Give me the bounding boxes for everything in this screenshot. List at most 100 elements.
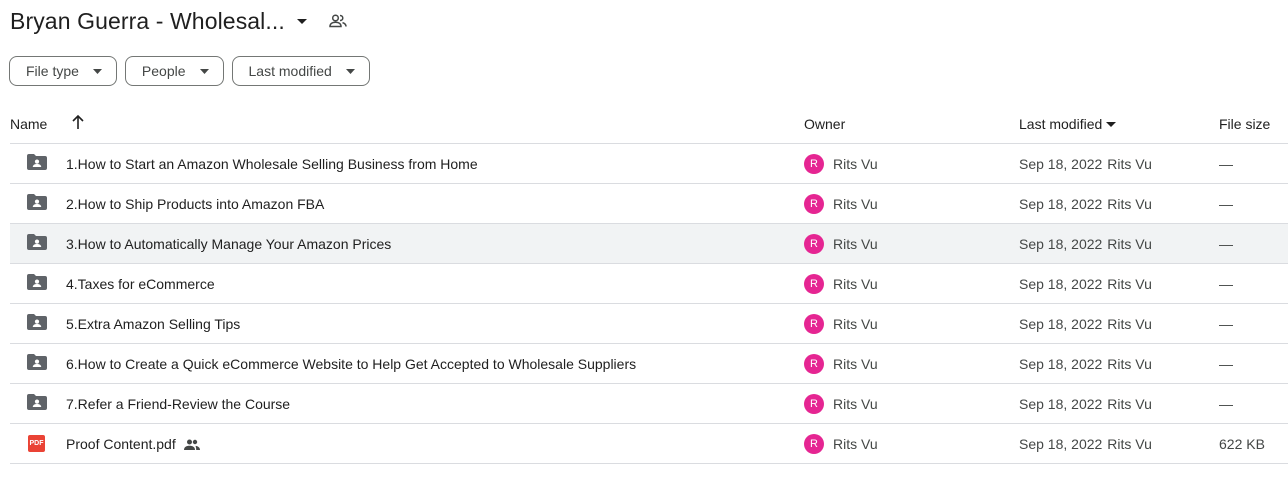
caret-down-icon[interactable] — [296, 16, 307, 26]
table-row[interactable]: 1.How to Start an Amazon Wholesale Selli… — [10, 144, 1288, 184]
filter-label: People — [141, 63, 186, 79]
last-modified-filter[interactable]: Last modified — [231, 56, 370, 86]
table-row[interactable]: PDF Proof Content.pdf R Rits Vu Sep 18, … — [10, 424, 1288, 464]
file-name-cell: 5.Extra Amazon Selling Tips — [66, 316, 240, 332]
owner-name: Rits Vu — [833, 396, 878, 412]
last-modified-cell: Sep 18, 2022 Rits Vu — [1019, 236, 1152, 252]
shared-folder-icon — [27, 314, 47, 334]
file-name-cell: Proof Content.pdf — [66, 436, 200, 452]
drive-folder-view: Bryan Guerra - Wholesal... File type Peo… — [0, 0, 1288, 480]
file-name-cell: 3.How to Automatically Manage Your Amazo… — [66, 236, 391, 252]
column-header-name[interactable]: Name — [10, 116, 47, 132]
file-name-cell: 1.How to Start an Amazon Wholesale Selli… — [66, 156, 478, 172]
avatar: R — [804, 394, 824, 414]
owner-cell: R Rits Vu — [804, 154, 878, 174]
last-modified-cell: Sep 18, 2022 Rits Vu — [1019, 436, 1152, 452]
pdf-icon: PDF — [27, 434, 47, 454]
file-name-cell: 6.How to Create a Quick eCommerce Websit… — [66, 356, 636, 372]
last-modified-cell: Sep 18, 2022 Rits Vu — [1019, 356, 1152, 372]
avatar: R — [804, 314, 824, 334]
modified-by: Rits Vu — [1107, 316, 1152, 332]
file-size-cell: — — [1219, 156, 1233, 172]
modified-date: Sep 18, 2022 — [1019, 316, 1103, 332]
caret-down-icon — [345, 68, 355, 74]
file-size-cell: 622 KB — [1219, 436, 1265, 452]
modified-date: Sep 18, 2022 — [1019, 436, 1103, 452]
owner-name: Rits Vu — [833, 156, 878, 172]
file-type-filter[interactable]: File type — [9, 56, 117, 86]
modified-date: Sep 18, 2022 — [1019, 276, 1103, 292]
modified-date: Sep 18, 2022 — [1019, 396, 1103, 412]
file-list-header: Name Owner Last modified File size — [10, 104, 1288, 144]
owner-cell: R Rits Vu — [804, 394, 878, 414]
caret-down-icon — [92, 68, 102, 74]
caret-down-icon — [199, 68, 209, 74]
avatar: R — [804, 434, 824, 454]
file-list: Name Owner Last modified File size 1.How… — [10, 104, 1288, 464]
arrow-up-icon[interactable] — [71, 114, 85, 133]
table-row[interactable]: 2.How to Ship Products into Amazon FBA R… — [10, 184, 1288, 224]
shared-folder-icon — [27, 354, 47, 374]
owner-name: Rits Vu — [833, 316, 878, 332]
column-header-file-size[interactable]: File size — [1219, 116, 1270, 132]
avatar: R — [804, 234, 824, 254]
file-name: 3.How to Automatically Manage Your Amazo… — [66, 236, 392, 252]
folder-header: Bryan Guerra - Wholesal... — [10, 6, 347, 36]
table-row[interactable]: 7.Refer a Friend-Review the Course R Rit… — [10, 384, 1288, 424]
table-row[interactable]: 3.How to Automatically Manage Your Amazo… — [10, 224, 1288, 264]
file-name-cell: 4.Taxes for eCommerce — [66, 276, 215, 292]
table-row[interactable]: 4.Taxes for eCommerce R Rits Vu Sep 18, … — [10, 264, 1288, 304]
shared-folder-icon — [27, 194, 47, 214]
owner-name: Rits Vu — [833, 276, 878, 292]
file-name: 2.How to Ship Products into Amazon FBA — [66, 196, 325, 212]
shared-folder-icon — [27, 234, 47, 254]
file-size-cell: — — [1219, 236, 1233, 252]
people-filter[interactable]: People — [124, 56, 224, 86]
column-header-owner[interactable]: Owner — [804, 116, 845, 132]
filter-label: File type — [26, 63, 79, 79]
avatar: R — [804, 354, 824, 374]
shared-people-icon — [183, 439, 200, 450]
modified-by: Rits Vu — [1107, 236, 1152, 252]
people-outline-icon[interactable] — [329, 14, 347, 28]
file-name: 1.How to Start an Amazon Wholesale Selli… — [66, 156, 478, 172]
owner-cell: R Rits Vu — [804, 194, 878, 214]
file-name-cell: 2.How to Ship Products into Amazon FBA — [66, 196, 324, 212]
file-size-cell: — — [1219, 396, 1233, 412]
file-name: 5.Extra Amazon Selling Tips — [66, 316, 241, 332]
file-name-cell: 7.Refer a Friend-Review the Course — [66, 396, 290, 412]
modified-date: Sep 18, 2022 — [1019, 356, 1103, 372]
file-rows: 1.How to Start an Amazon Wholesale Selli… — [10, 144, 1288, 464]
folder-title[interactable]: Bryan Guerra - Wholesal... — [10, 8, 285, 35]
modified-date: Sep 18, 2022 — [1019, 236, 1103, 252]
modified-by: Rits Vu — [1107, 396, 1152, 412]
table-row[interactable]: 5.Extra Amazon Selling Tips R Rits Vu Se… — [10, 304, 1288, 344]
owner-cell: R Rits Vu — [804, 354, 878, 374]
filter-label: Last modified — [248, 63, 332, 79]
shared-folder-icon — [27, 154, 47, 174]
last-modified-cell: Sep 18, 2022 Rits Vu — [1019, 396, 1152, 412]
column-header-label: Last modified — [1019, 116, 1103, 132]
last-modified-cell: Sep 18, 2022 Rits Vu — [1019, 276, 1152, 292]
filter-bar: File type People Last modified — [9, 56, 370, 86]
file-size-cell: — — [1219, 356, 1233, 372]
modified-date: Sep 18, 2022 — [1019, 196, 1103, 212]
file-name: Proof Content.pdf — [66, 436, 176, 452]
pdf-badge-label: PDF — [29, 440, 44, 447]
table-row[interactable]: 6.How to Create a Quick eCommerce Websit… — [10, 344, 1288, 384]
owner-cell: R Rits Vu — [804, 434, 878, 454]
avatar: R — [804, 274, 824, 294]
shared-folder-icon — [27, 394, 47, 414]
column-header-last-modified[interactable]: Last modified — [1019, 116, 1117, 132]
owner-cell: R Rits Vu — [804, 234, 878, 254]
avatar: R — [804, 194, 824, 214]
owner-cell: R Rits Vu — [804, 314, 878, 334]
owner-name: Rits Vu — [833, 196, 878, 212]
owner-name: Rits Vu — [833, 356, 878, 372]
file-name: 7.Refer a Friend-Review the Course — [66, 396, 291, 412]
last-modified-cell: Sep 18, 2022 Rits Vu — [1019, 196, 1152, 212]
owner-cell: R Rits Vu — [804, 274, 878, 294]
owner-name: Rits Vu — [833, 236, 878, 252]
file-name: 6.How to Create a Quick eCommerce Websit… — [66, 356, 637, 372]
owner-name: Rits Vu — [833, 436, 878, 452]
